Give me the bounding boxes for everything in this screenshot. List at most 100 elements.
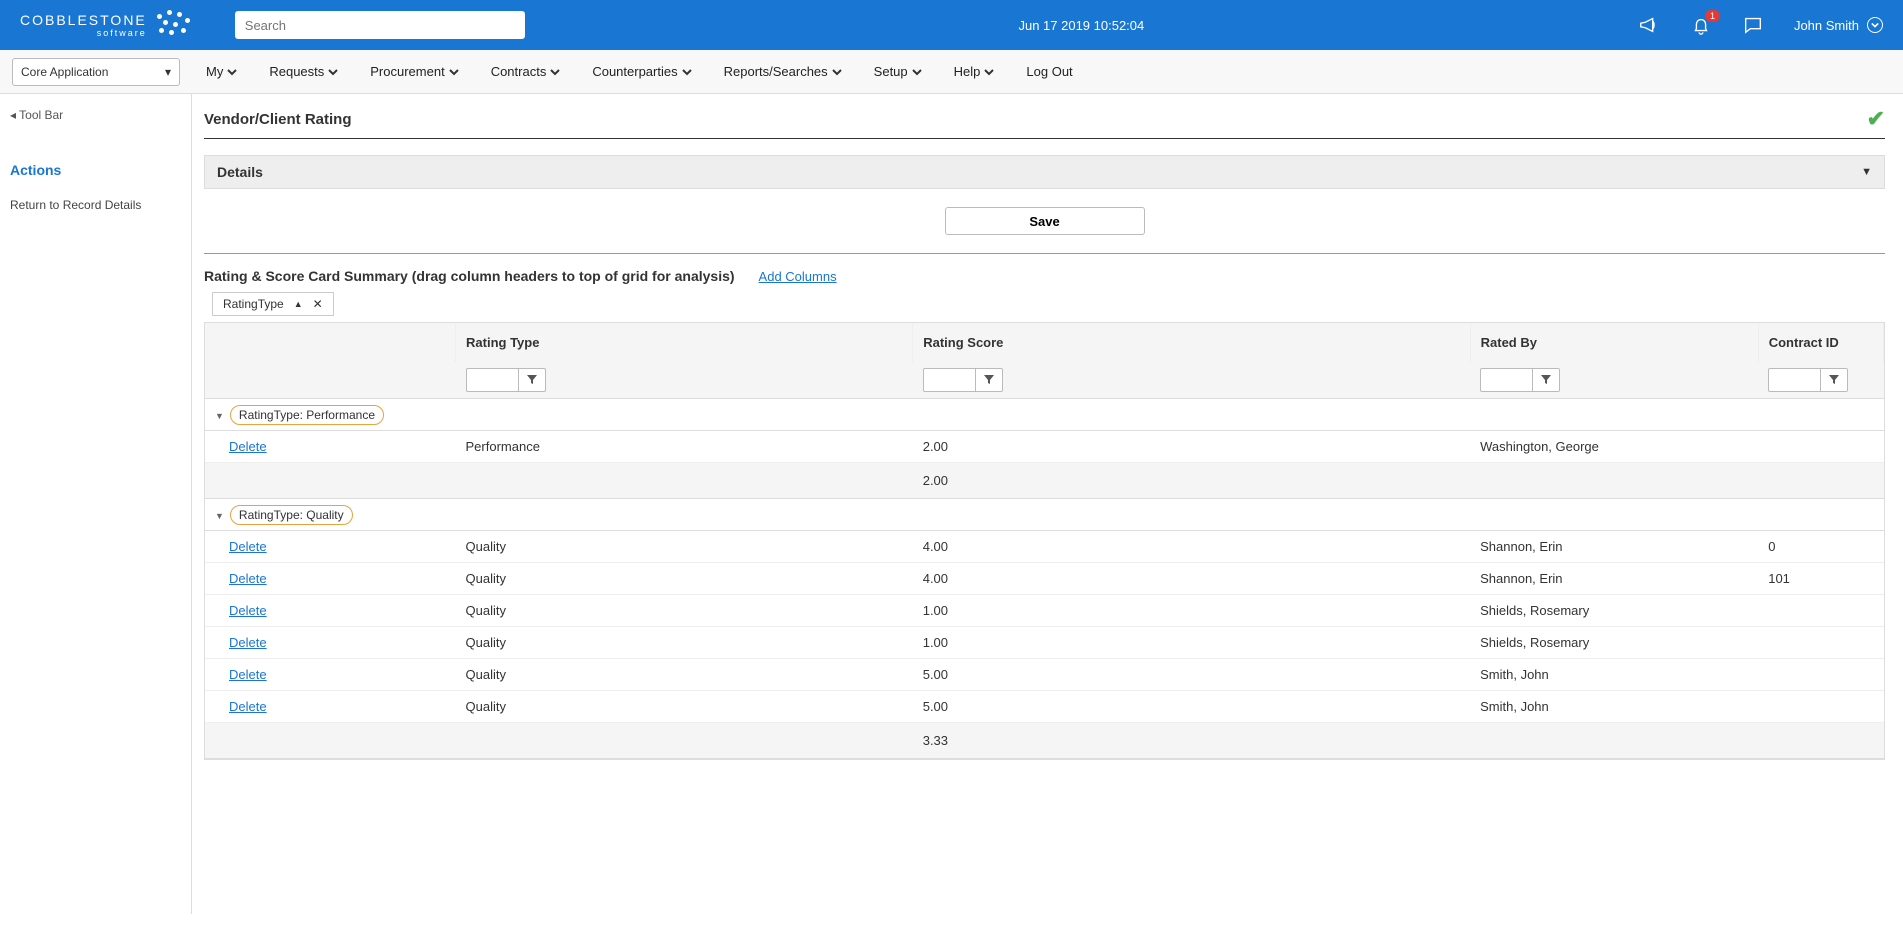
table-row: Delete Quality4.00Shannon, Erin101 xyxy=(205,563,1884,595)
cell-type: Quality xyxy=(456,531,913,563)
cell-score: 1.00 xyxy=(913,595,1470,627)
filter-cid-input[interactable] xyxy=(1768,368,1820,392)
filter-score-input[interactable] xyxy=(923,368,975,392)
cell-ratedby: Smith, John xyxy=(1470,659,1758,691)
caret-down-icon: ▾ xyxy=(165,65,171,79)
group-row[interactable]: ▼ RatingType: Performance xyxy=(205,399,1884,431)
user-name: John Smith xyxy=(1794,18,1859,33)
table-row: DeletePerformance2.00Washington, George xyxy=(205,431,1884,463)
logo-dots-icon xyxy=(155,10,195,40)
header-datetime: Jun 17 2019 10:52:04 xyxy=(525,18,1638,33)
summary-title: Rating & Score Card Summary (drag column… xyxy=(204,268,735,284)
cell-cid: 0 xyxy=(1758,531,1883,563)
filter-cid-button[interactable] xyxy=(1820,368,1848,392)
col-header-type[interactable]: Rating Type xyxy=(456,323,913,362)
delete-button[interactable]: Delete xyxy=(229,635,267,650)
sidebar: ◂ Tool Bar Actions Return to Record Deta… xyxy=(0,94,192,914)
col-header-ratedby[interactable]: Rated By xyxy=(1470,323,1758,362)
collapse-icon[interactable]: ▼ xyxy=(215,411,224,421)
chevron-down-icon[interactable]: ▼ xyxy=(1861,166,1872,178)
top-header: COBBLESTONE software Jun 17 2019 10:52:0… xyxy=(0,0,1903,50)
toolbar-collapse[interactable]: ◂ Tool Bar xyxy=(10,108,181,122)
cell-ratedby: Shannon, Erin xyxy=(1470,563,1758,595)
cell-ratedby: Shields, Rosemary xyxy=(1470,627,1758,659)
filter-ratedby-button[interactable] xyxy=(1532,368,1560,392)
cell-type: Quality xyxy=(456,691,913,723)
col-header-cid[interactable]: Contract ID xyxy=(1758,323,1883,362)
main-content: Vendor/Client Rating ✔ Details ▼ Save Ra… xyxy=(192,94,1903,914)
col-header-score[interactable]: Rating Score xyxy=(913,323,1470,362)
save-button[interactable]: Save xyxy=(945,207,1145,235)
bell-icon[interactable]: 1 xyxy=(1690,14,1712,36)
chat-icon[interactable] xyxy=(1742,14,1764,36)
megaphone-icon[interactable] xyxy=(1638,14,1660,36)
nav-procurement[interactable]: Procurement xyxy=(364,64,464,79)
nav-reports[interactable]: Reports/Searches xyxy=(718,64,848,79)
delete-button[interactable]: Delete xyxy=(229,571,267,586)
cell-type: Quality xyxy=(456,595,913,627)
cell-cid xyxy=(1758,431,1883,463)
rating-grid: Rating Type Rating Score Rated By Contra… xyxy=(204,322,1885,760)
col-header-action[interactable] xyxy=(205,323,456,362)
brand-sub: software xyxy=(20,28,147,38)
sort-asc-icon[interactable]: ▲ xyxy=(294,299,303,309)
group-row[interactable]: ▼ RatingType: Quality xyxy=(205,499,1884,531)
actions-header: Actions xyxy=(10,162,181,178)
page-title: Vendor/Client Rating xyxy=(204,111,352,128)
cell-type: Quality xyxy=(456,563,913,595)
cell-cid: 101 xyxy=(1758,563,1883,595)
table-row: DeleteQuality5.00Smith, John xyxy=(205,691,1884,723)
add-columns-button[interactable]: Add Columns xyxy=(759,269,837,284)
delete-button[interactable]: Delete xyxy=(229,603,267,618)
group-label: RatingType: Performance xyxy=(230,405,384,425)
filter-score-button[interactable] xyxy=(975,368,1003,392)
group-chip-ratingtype[interactable]: RatingType ▲ ✕ xyxy=(212,292,334,316)
filter-type-input[interactable] xyxy=(466,368,518,392)
search-input[interactable] xyxy=(235,11,525,39)
delete-button[interactable]: Delete xyxy=(229,699,267,714)
cell-ratedby: Shields, Rosemary xyxy=(1470,595,1758,627)
cell-cid xyxy=(1758,627,1883,659)
cell-type: Quality xyxy=(456,659,913,691)
delete-button[interactable]: Delete xyxy=(229,539,267,554)
cell-ratedby: Smith, John xyxy=(1470,691,1758,723)
cell-score: 5.00 xyxy=(913,659,1470,691)
cell-score: 1.00 xyxy=(913,627,1470,659)
nav-requests[interactable]: Requests xyxy=(263,64,344,79)
aggregate-score: 2.00 xyxy=(913,463,1470,499)
delete-button[interactable]: Delete xyxy=(229,439,267,454)
chevron-down-icon xyxy=(1867,17,1883,33)
cell-score: 4.00 xyxy=(913,563,1470,595)
filter-type-button[interactable] xyxy=(518,368,546,392)
cell-type: Performance xyxy=(456,431,913,463)
cell-score: 4.00 xyxy=(913,531,1470,563)
nav-setup[interactable]: Setup xyxy=(868,64,928,79)
cell-cid xyxy=(1758,659,1883,691)
aggregate-row: 2.00 xyxy=(205,463,1884,499)
notification-badge: 1 xyxy=(1705,10,1720,22)
cell-cid xyxy=(1758,691,1883,723)
filter-ratedby-input[interactable] xyxy=(1480,368,1532,392)
collapse-icon[interactable]: ▼ xyxy=(215,511,224,521)
details-panel-header[interactable]: Details ▼ xyxy=(204,155,1885,189)
brand-name: COBBLESTONE xyxy=(20,12,147,28)
nav-help[interactable]: Help xyxy=(948,64,1001,79)
return-to-record-button[interactable]: Return to Record Details xyxy=(10,198,181,212)
table-row: Delete Quality4.00Shannon, Erin0 xyxy=(205,531,1884,563)
remove-group-icon[interactable]: ✕ xyxy=(313,297,323,311)
logo[interactable]: COBBLESTONE software xyxy=(20,10,195,40)
nav-my[interactable]: My xyxy=(200,64,243,79)
app-selector[interactable]: Core Application ▾ xyxy=(12,58,180,86)
table-row: Delete Quality1.00Shields, Rosemary xyxy=(205,595,1884,627)
cell-type: Quality xyxy=(456,627,913,659)
nav-logout[interactable]: Log Out xyxy=(1020,64,1078,79)
nav-contracts[interactable]: Contracts xyxy=(485,64,567,79)
group-label: RatingType: Quality xyxy=(230,505,353,525)
delete-button[interactable]: Delete xyxy=(229,667,267,682)
aggregate-row: 3.33 xyxy=(205,723,1884,759)
nav-counterparties[interactable]: Counterparties xyxy=(586,64,697,79)
user-menu[interactable]: John Smith xyxy=(1794,17,1883,33)
cell-ratedby: Shannon, Erin xyxy=(1470,531,1758,563)
table-row: Delete Quality5.00Smith, John xyxy=(205,659,1884,691)
main-nav: Core Application ▾ My Requests Procureme… xyxy=(0,50,1903,94)
